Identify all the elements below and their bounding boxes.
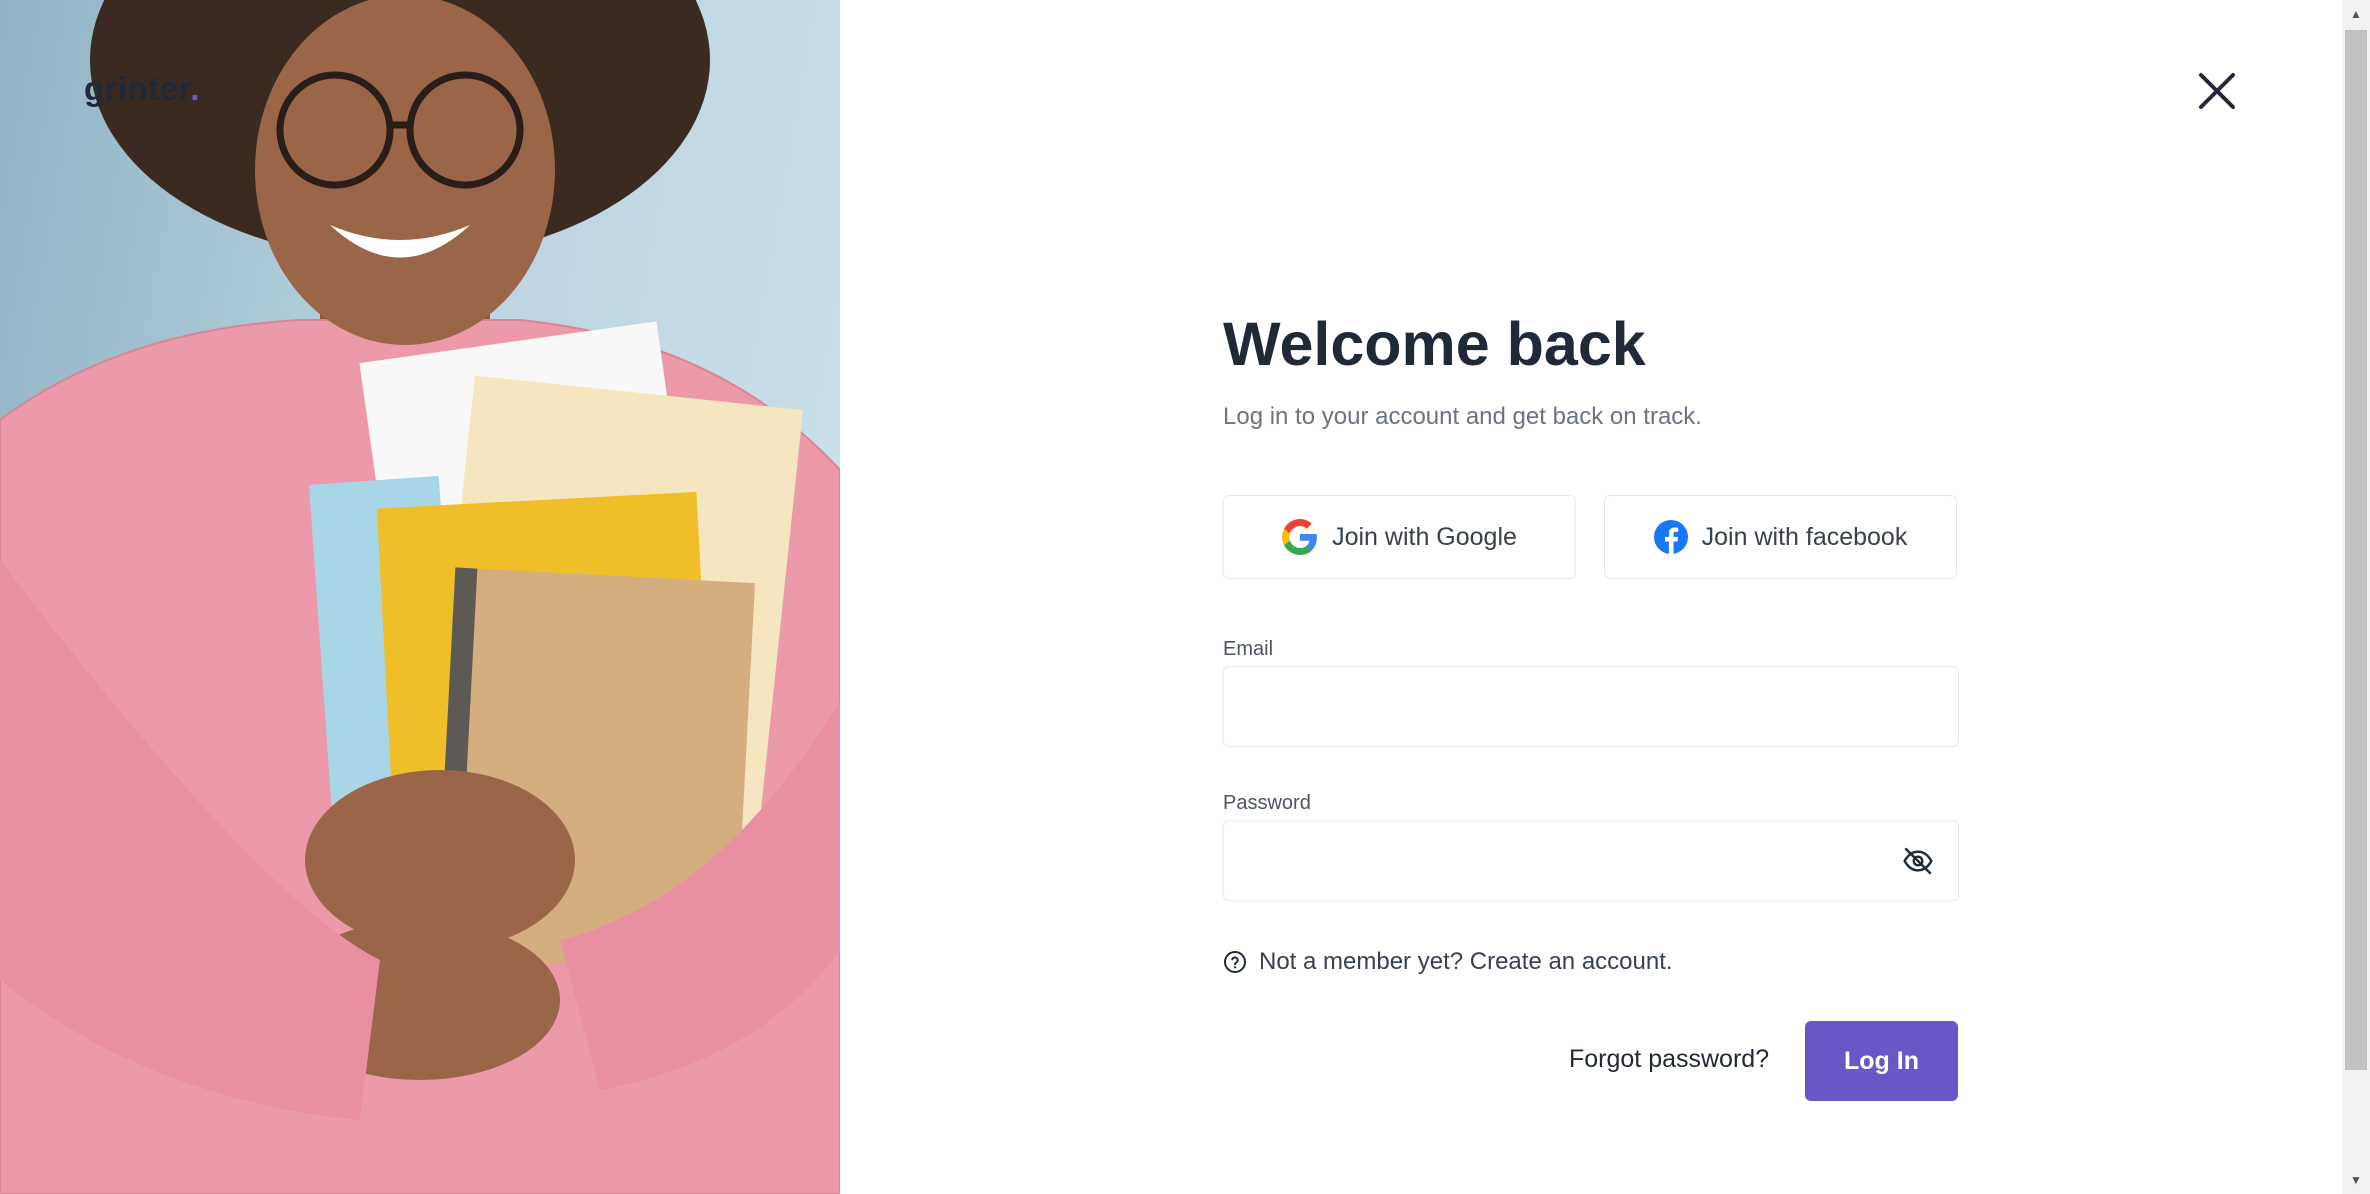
page-subtitle: Log in to your account and get back on t… bbox=[1223, 403, 1702, 430]
password-field-wrapper bbox=[1223, 820, 1959, 901]
forgot-password-link[interactable]: Forgot password? bbox=[1569, 1045, 1769, 1074]
google-icon bbox=[1282, 519, 1317, 555]
login-button[interactable]: Log In bbox=[1805, 1021, 1958, 1101]
eye-off-icon[interactable] bbox=[1902, 845, 1934, 877]
signup-link[interactable]: Not a member yet? Create an account. bbox=[1259, 948, 1673, 976]
password-label: Password bbox=[1223, 792, 1311, 814]
scroll-up-arrow-icon[interactable]: ▲ bbox=[2342, 0, 2370, 28]
facebook-login-label: Join with facebook bbox=[1701, 522, 1908, 551]
google-login-button[interactable]: Join with Google bbox=[1223, 495, 1576, 579]
google-login-label: Join with Google bbox=[1332, 522, 1517, 551]
facebook-login-button[interactable]: Join with facebook bbox=[1604, 495, 1957, 579]
scroll-down-arrow-icon[interactable]: ▼ bbox=[2342, 1166, 2370, 1194]
email-label: Email bbox=[1223, 638, 1274, 660]
close-button[interactable] bbox=[2196, 70, 2238, 112]
hero-image: grinter. bbox=[0, 0, 840, 1194]
brand-logo[interactable]: grinter. bbox=[84, 70, 200, 108]
scrollbar-thumb[interactable] bbox=[2345, 30, 2367, 1070]
student-illustration bbox=[0, 0, 840, 1194]
email-field[interactable] bbox=[1224, 667, 1914, 746]
signup-prompt[interactable]: Not a member yet? Create an account. bbox=[1223, 948, 1673, 976]
logo-dot: . bbox=[190, 70, 200, 107]
page-scrollbar[interactable]: ▲ ▼ bbox=[2342, 0, 2370, 1194]
logo-text: grinter bbox=[84, 70, 191, 107]
close-icon bbox=[2199, 73, 2235, 109]
facebook-icon bbox=[1653, 520, 1688, 554]
page-title: Welcome back bbox=[1223, 310, 1646, 378]
password-field[interactable] bbox=[1224, 821, 1914, 900]
email-field-wrapper bbox=[1223, 666, 1959, 747]
question-circle-icon bbox=[1224, 951, 1246, 973]
